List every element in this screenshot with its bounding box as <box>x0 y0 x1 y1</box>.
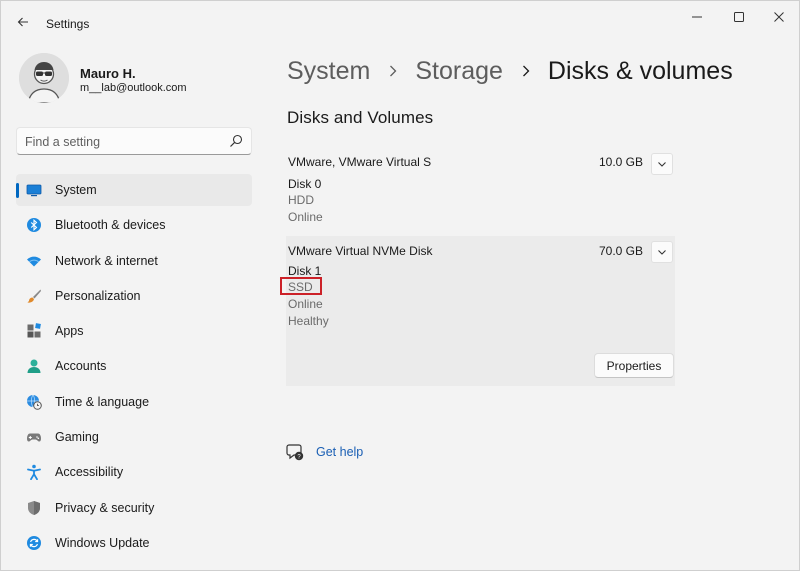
gamepad-icon <box>27 433 41 442</box>
sidebar-item-system[interactable]: System <box>16 174 252 206</box>
sidebar-item-label: Bluetooth & devices <box>55 218 166 233</box>
person-icon <box>27 359 41 374</box>
sidebar-item-accessibility[interactable]: Accessibility <box>16 456 252 488</box>
sidebar-item-gaming[interactable]: Gaming <box>16 421 252 453</box>
back-arrow-icon <box>17 17 28 27</box>
disk-status: Online <box>288 297 323 311</box>
help-chat-icon: ? <box>286 444 304 460</box>
close-icon <box>774 12 784 22</box>
user-name: Mauro H. <box>80 66 136 81</box>
section-title: Disks and Volumes <box>287 108 434 127</box>
apps-icon <box>27 323 41 338</box>
maximize-button[interactable] <box>719 5 759 29</box>
disk-card[interactable]: VMware, VMware Virtual S 10.0 GB Disk 0 … <box>286 149 675 233</box>
disk-number: Disk 1 <box>288 264 322 278</box>
disk-card[interactable]: VMware Virtual NVMe Disk 70.0 GB Disk 1 … <box>286 236 675 386</box>
chevron-right-icon <box>390 65 397 77</box>
sidebar-nav: System Bluetooth & devices Network & int… <box>16 174 252 562</box>
sidebar-item-label: Personalization <box>55 288 141 303</box>
highlight-box <box>280 277 322 295</box>
minimize-icon <box>692 16 702 18</box>
shield-icon <box>28 500 40 515</box>
brush-icon <box>27 289 41 303</box>
sidebar-item-personalization[interactable]: Personalization <box>16 280 252 312</box>
disk-number: Disk 0 <box>288 177 322 191</box>
sidebar-item-label: Accounts <box>55 359 107 374</box>
sidebar-item-network[interactable]: Network & internet <box>16 245 252 277</box>
page-title: Disks & volumes <box>547 56 733 85</box>
chevron-down-icon <box>658 250 666 255</box>
disk-name: VMware, VMware Virtual S <box>288 155 432 169</box>
expand-button[interactable] <box>651 153 673 175</box>
back-button[interactable] <box>11 11 35 33</box>
properties-button[interactable]: Properties <box>594 353 674 378</box>
maximize-icon <box>734 12 744 22</box>
sidebar-item-windows-update[interactable]: Windows Update <box>16 527 252 559</box>
settings-window: Settings Mauro H. m__lab@outlook.com Fin… <box>0 0 800 571</box>
sidebar-item-label: Accessibility <box>55 465 124 480</box>
close-button[interactable] <box>759 5 799 29</box>
avatar[interactable] <box>19 53 69 103</box>
sidebar-item-label: Privacy & security <box>55 500 155 515</box>
sidebar-item-accounts[interactable]: Accounts <box>16 350 252 382</box>
sidebar-item-time-language[interactable]: Time & language <box>16 386 252 418</box>
chevron-right-icon <box>522 65 530 77</box>
search-input[interactable] <box>25 133 215 151</box>
disk-name: VMware Virtual NVMe Disk <box>288 244 433 258</box>
get-help-link[interactable]: ? Get help <box>286 443 363 461</box>
disk-status: Online <box>288 210 323 224</box>
title-bar: Settings <box>1 1 799 41</box>
sidebar-item-label: Gaming <box>55 430 99 445</box>
sidebar-item-bluetooth[interactable]: Bluetooth & devices <box>16 209 252 241</box>
search-box[interactable] <box>16 127 252 155</box>
wifi-icon <box>27 256 41 267</box>
selection-indicator <box>16 183 19 198</box>
breadcrumb-system[interactable]: System <box>287 57 370 86</box>
help-link-label[interactable]: Get help <box>316 445 363 459</box>
sidebar-item-apps[interactable]: Apps <box>16 315 252 347</box>
sidebar-item-label: Windows Update <box>55 535 150 550</box>
search-icon[interactable] <box>229 134 243 148</box>
user-email: m__lab@outlook.com <box>80 82 187 94</box>
minimize-button[interactable] <box>677 5 717 29</box>
disk-type: HDD <box>288 193 314 207</box>
app-title: Settings <box>46 17 90 31</box>
expand-button[interactable] <box>651 241 673 263</box>
chevron-down-icon <box>658 162 666 167</box>
globe-clock-icon <box>27 394 42 410</box>
avatar-person-icon <box>19 53 69 103</box>
disk-health: Healthy <box>288 314 329 328</box>
bluetooth-icon <box>27 218 41 233</box>
monitor-icon <box>26 184 42 197</box>
breadcrumb: System Storage Disks & volumes <box>287 53 733 89</box>
breadcrumb-storage[interactable]: Storage <box>415 57 503 86</box>
sidebar-item-label: Time & language <box>55 394 150 409</box>
update-icon <box>27 535 41 550</box>
sidebar-item-privacy-security[interactable]: Privacy & security <box>16 492 252 524</box>
sidebar-item-label: Apps <box>55 324 84 339</box>
accessibility-icon <box>27 465 41 481</box>
disk-size: 70.0 GB <box>598 244 643 258</box>
sidebar-item-label: Network & internet <box>55 253 158 268</box>
disk-size: 10.0 GB <box>598 155 643 169</box>
sidebar-item-label: System <box>55 183 97 197</box>
